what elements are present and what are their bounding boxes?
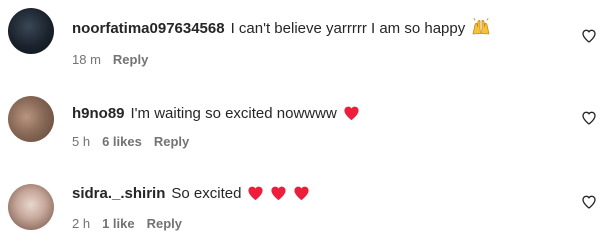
comment-username[interactable]: sidra._.shirin bbox=[72, 185, 165, 202]
comment-body: sidra._.shirin So excited bbox=[72, 184, 310, 204]
comment-username[interactable]: noorfatima097634568 bbox=[72, 20, 225, 37]
comment-text: I can't believe yarrrrr I am so happy bbox=[230, 20, 466, 37]
comment-text: So excited bbox=[171, 185, 242, 202]
comment-text: I'm waiting so excited nowwww bbox=[130, 105, 337, 122]
comment-likes[interactable]: 1 like bbox=[102, 216, 135, 231]
comment-meta: 2 h 1 like Reply bbox=[72, 216, 194, 232]
comment-meta: 18 m Reply bbox=[72, 52, 160, 68]
avatar[interactable] bbox=[8, 184, 54, 230]
red-heart-icon bbox=[271, 186, 287, 201]
avatar[interactable] bbox=[8, 96, 54, 142]
heart-outline-icon[interactable] bbox=[581, 110, 597, 126]
red-heart-icon bbox=[344, 106, 359, 121]
red-heart-icon bbox=[248, 186, 264, 201]
comment-body: h9no89 I'm waiting so excited nowwww bbox=[72, 104, 360, 124]
avatar[interactable] bbox=[8, 8, 54, 54]
comment-time: 18 m bbox=[72, 52, 101, 67]
reply-button[interactable]: Reply bbox=[154, 134, 189, 149]
comment-item: sidra._.shirin So excited 2 h 1 like Reply bbox=[0, 164, 605, 246]
reply-button[interactable]: Reply bbox=[113, 52, 148, 67]
comment-likes[interactable]: 6 likes bbox=[102, 134, 142, 149]
comment-item: h9no89 I'm waiting so excited nowwww 5 h 6… bbox=[0, 82, 605, 164]
comment-body: noorfatima097634568 I can't believe yarrr… bbox=[72, 18, 491, 39]
reply-button[interactable]: Reply bbox=[147, 216, 182, 231]
red-heart-icon bbox=[294, 186, 310, 201]
comment-item: noorfatima097634568 I can't believe yarrr… bbox=[0, 0, 605, 82]
comment-meta: 5 h 6 likes Reply bbox=[72, 134, 201, 150]
comment-username[interactable]: h9no89 bbox=[72, 105, 125, 122]
comment-time: 5 h bbox=[72, 134, 91, 149]
heart-outline-icon[interactable] bbox=[581, 28, 597, 44]
heart-outline-icon[interactable] bbox=[581, 194, 597, 210]
comment-time: 2 h bbox=[72, 216, 91, 231]
raising-hands-icon bbox=[472, 18, 490, 35]
